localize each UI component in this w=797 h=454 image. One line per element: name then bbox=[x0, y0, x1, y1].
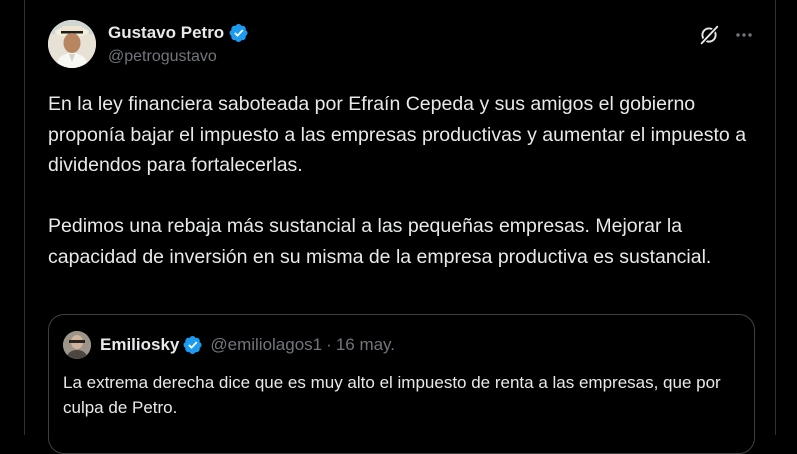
quoted-tweet-card[interactable]: Emiliosky @emiliolagos1 · 16 may. La ext… bbox=[48, 314, 755, 454]
verified-badge-icon bbox=[229, 24, 248, 42]
quoted-tweet-date: 16 may. bbox=[335, 335, 396, 354]
quoted-author-avatar bbox=[63, 331, 91, 359]
verified-badge-icon bbox=[183, 336, 202, 354]
quoted-author-name: Emiliosky bbox=[100, 335, 180, 354]
quoted-author-handle: @emiliolagos1 bbox=[210, 335, 323, 354]
tweet-paragraph: Pedimos una rebaja más sustancial a las … bbox=[48, 215, 712, 268]
grok-icon bbox=[700, 25, 719, 45]
author-display-name[interactable]: Gustavo Petro bbox=[108, 23, 224, 43]
more-options-button[interactable] bbox=[731, 22, 757, 48]
profile-photo bbox=[48, 20, 96, 68]
author-avatar[interactable] bbox=[48, 20, 96, 68]
tweet-text: En la ley financiera saboteada por Efraí… bbox=[48, 89, 763, 272]
author-handle[interactable]: @petrogustavo bbox=[108, 48, 217, 66]
quoted-profile-photo bbox=[63, 331, 91, 359]
more-options-icon bbox=[736, 33, 752, 37]
meta-separator: · bbox=[326, 335, 332, 354]
grok-button[interactable] bbox=[696, 22, 722, 48]
tweet-paragraph: En la ley financiera saboteada por Efraí… bbox=[48, 93, 747, 176]
quoted-tweet-text: La extrema derecha dice que es muy alto … bbox=[63, 373, 721, 417]
